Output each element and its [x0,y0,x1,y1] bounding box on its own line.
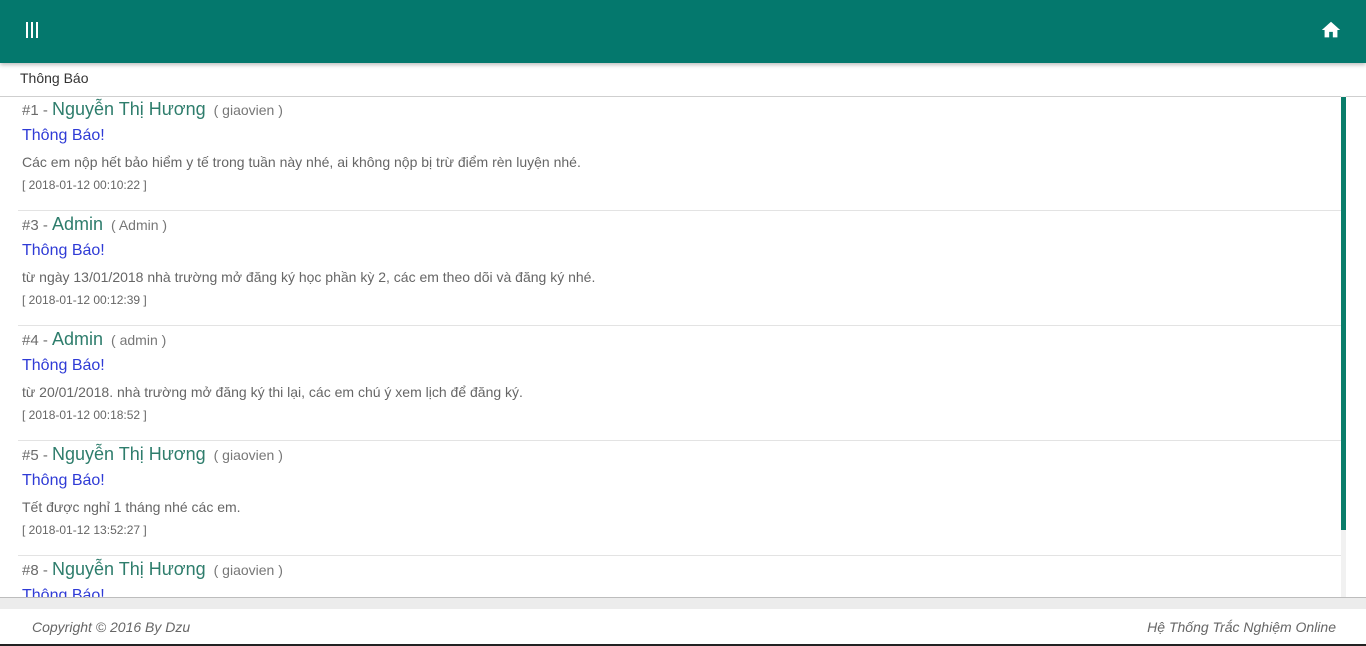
notification-content: từ ngày 13/01/2018 nhà trường mở đăng ký… [22,269,596,285]
notification-role: ( giaovien ) [213,562,283,578]
top-app-bar [0,0,1366,63]
notification-timestamp: [ 2018-01-12 13:52:27 ] [22,523,147,537]
notification-timestamp: [ 2018-01-12 00:18:52 ] [22,408,147,422]
notification-header: #1 - Nguyễn Thị Hương ( giaovien ) [22,99,283,120]
notification-content: từ 20/01/2018. nhà trường mở đăng ký thi… [22,384,523,400]
notification-item: #8 - Nguyễn Thị Hương ( giaovien ) Thông … [18,556,1341,597]
section-header: Thông Báo [0,63,1366,97]
notification-content: Các em nộp hết bảo hiểm y tế trong tuần … [22,154,581,170]
notification-role: ( giaovien ) [213,447,283,463]
notification-title[interactable]: Thông Báo! [22,127,105,145]
notification-title[interactable]: Thông Báo! [22,357,105,375]
notification-author[interactable]: Nguyễn Thị Hương [52,559,206,579]
notification-header: #8 - Nguyễn Thị Hương ( giaovien ) [22,559,283,580]
notification-title[interactable]: Thông Báo! [22,587,105,597]
notification-title[interactable]: Thông Báo! [22,242,105,260]
scrollbar-thumb[interactable] [1341,97,1346,530]
notification-timestamp: [ 2018-01-12 00:12:39 ] [22,293,147,307]
notification-header: #4 - Admin ( admin ) [22,329,166,350]
notification-role: ( Admin ) [111,217,168,233]
notification-number: #3 - [22,217,53,234]
menu-bars-icon[interactable] [20,18,44,44]
notification-number: #4 - [22,332,53,349]
notification-header: #5 - Nguyễn Thị Hương ( giaovien ) [22,444,283,465]
notification-number: #1 - [22,102,53,119]
notification-timestamp: [ 2018-01-12 00:10:22 ] [22,178,147,192]
footer-system-name: Hệ Thống Trắc Nghiệm Online [1147,619,1336,635]
section-title: Thông Báo [20,70,89,86]
notification-author[interactable]: Admin [52,214,103,234]
notification-list: #1 - Nguyễn Thị Hương ( giaovien ) Thông … [18,96,1341,597]
notification-item: #5 - Nguyễn Thị Hương ( giaovien ) Thông … [18,441,1341,556]
notification-role: ( giaovien ) [213,102,283,118]
notification-list-scroll[interactable]: #1 - Nguyễn Thị Hương ( giaovien ) Thông … [0,96,1366,597]
notification-author[interactable]: Nguyễn Thị Hương [52,99,206,119]
notification-content: Tết được nghỉ 1 tháng nhé các em. [22,499,241,515]
notification-title[interactable]: Thông Báo! [22,472,105,490]
notification-item: #4 - Admin ( admin ) Thông Báo! từ 20/01/… [18,326,1341,441]
notification-author[interactable]: Nguyễn Thị Hương [52,444,206,464]
notification-role: ( admin ) [111,332,167,348]
notification-number: #5 - [22,447,53,464]
footer: Copyright © 2016 By Dzu Hệ Thống Trắc Ng… [0,597,1366,646]
footer-copyright: Copyright © 2016 By Dzu [32,619,191,635]
notification-item: #3 - Admin ( Admin ) Thông Báo! từ ngày 1… [18,211,1341,326]
notification-author[interactable]: Admin [52,329,103,349]
notification-number: #8 - [22,562,53,579]
home-icon[interactable] [1320,19,1344,43]
notification-item: #1 - Nguyễn Thị Hương ( giaovien ) Thông … [18,96,1341,211]
notification-header: #3 - Admin ( Admin ) [22,214,167,235]
